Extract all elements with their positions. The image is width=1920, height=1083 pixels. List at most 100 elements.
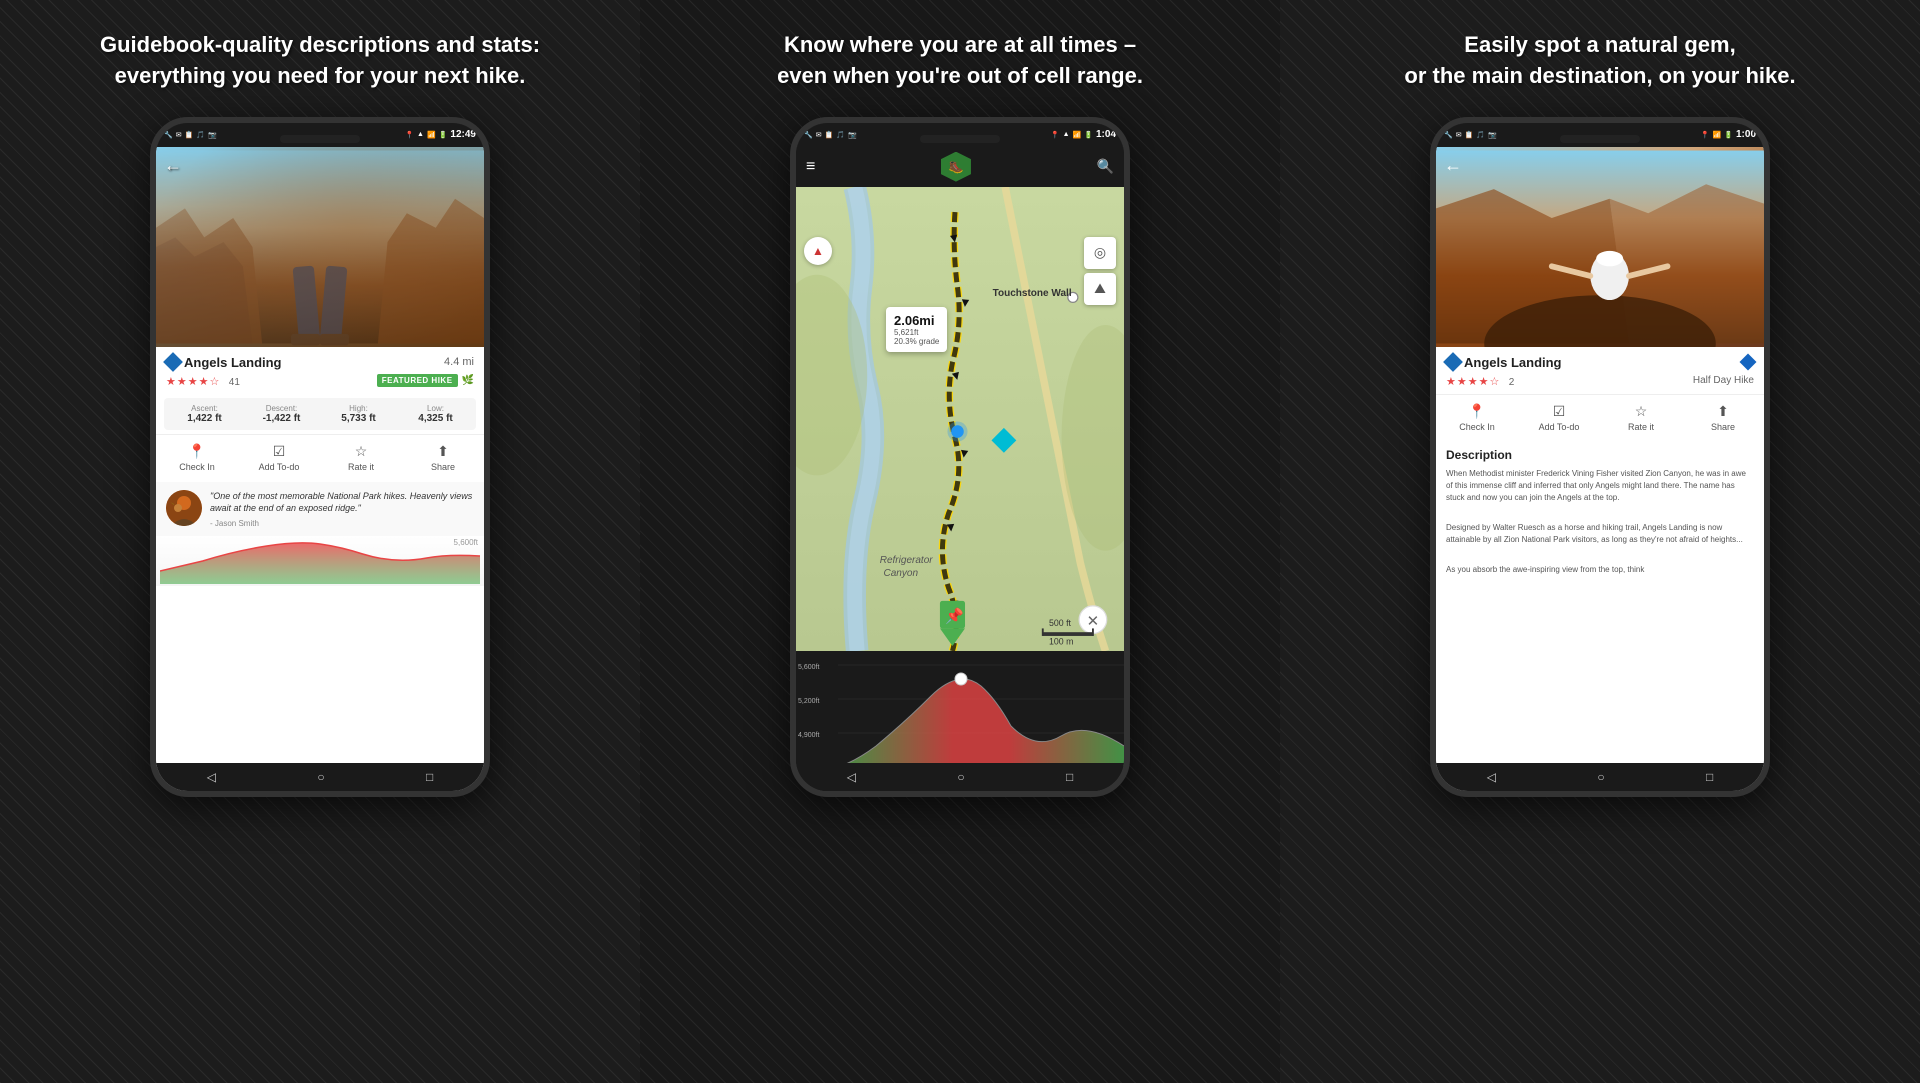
back-arrow-3[interactable]: ←	[1444, 155, 1462, 176]
phone-1-frame: 🔧 ✉ 📋 🎵 📷 📍 ▲ 📶 🔋 12:49	[150, 117, 490, 797]
todo-icon-3: ☑	[1553, 403, 1566, 420]
nav-back-3[interactable]: ◁	[1487, 770, 1496, 784]
phone-1-nav: ◁ ○ □	[156, 763, 484, 791]
tooltip-elevation: 5,621ft	[894, 328, 939, 337]
phone-2-screen: ≡ 🥾 🔍	[796, 147, 1124, 791]
layers-btn[interactable]: ⛰	[1084, 273, 1116, 305]
status-right-icons-3: 📍 📶 🔋 1:00	[1701, 129, 1756, 140]
svg-text:📌: 📌	[945, 605, 964, 624]
nav-back-1[interactable]: ◁	[207, 770, 216, 784]
svg-text:5,600ft: 5,600ft	[798, 664, 819, 671]
svg-text:▼: ▼	[958, 295, 972, 310]
svg-text:▼: ▼	[944, 519, 958, 534]
stat-high: High: 5,733 ft	[322, 404, 395, 424]
nav-home-3[interactable]: ○	[1597, 770, 1604, 784]
todo-btn-3[interactable]: ☑ Add To-do	[1518, 399, 1600, 436]
svg-text:Canyon: Canyon	[884, 567, 919, 578]
map-content: ▼ ▼ ▼ ▼ ▼ ▼ Refrigerator Canyon	[796, 187, 1124, 651]
status-left-icons-3: 🔧 ✉ 📋 🎵 📷	[1444, 131, 1497, 139]
reviewer-name-1: - Jason Smith	[210, 519, 474, 528]
p3-desc-title: Description	[1446, 448, 1754, 462]
trail-info-3: Angels Landing ★★★★☆ 2 Half Day Hike	[1436, 347, 1764, 394]
phone-3-status-bar: 🔧 ✉ 📋 🎵 📷 📍 📶 🔋 1:00	[1436, 123, 1764, 147]
elevation-label-1: 5,600ft	[454, 538, 478, 547]
nav-back-2[interactable]: ◁	[847, 770, 856, 784]
p3-desc-text-1: When Methodist minister Frederick Vining…	[1446, 468, 1754, 504]
svg-text:Refrigerator: Refrigerator	[880, 555, 934, 566]
compass-rose: ▲	[804, 237, 832, 265]
svg-text:✕: ✕	[1087, 613, 1100, 630]
trail-name-1: Angels Landing	[166, 355, 282, 370]
stats-grid-1: Ascent: 1,422 ft Descent: -1,422 ft High…	[164, 398, 476, 430]
p3-stars: ★★★★☆	[1446, 376, 1500, 388]
elevation-preview-1: 5,600ft	[156, 536, 484, 586]
review-quote-1: "One of the most memorable National Park…	[210, 490, 474, 515]
svg-text:▼: ▼	[947, 230, 962, 246]
checkin-icon-3: 📍	[1468, 403, 1485, 420]
reviewer-row: "One of the most memorable National Park…	[166, 490, 474, 528]
star-icon-3: ☆	[1635, 403, 1648, 420]
rateit-btn-1[interactable]: ☆ Rate it	[320, 439, 402, 476]
map-controls: ◎ ⛰	[1084, 237, 1116, 305]
map-tooltip: 2.06mi 5,621ft 20.3% grade	[886, 307, 947, 352]
trail-hero-image-3: ←	[1436, 147, 1764, 347]
status-left-icons-2: 🔧 ✉ 📋 🎵 📷	[804, 131, 857, 139]
review-section-1: "One of the most memorable National Park…	[156, 482, 484, 536]
svg-text:5,200ft: 5,200ft	[798, 698, 819, 705]
phone-3-frame: 🔧 ✉ 📋 🎵 📷 📍 📶 🔋 1:00	[1430, 117, 1770, 797]
checkin-icon-1: 📍	[188, 443, 205, 460]
nav-recent-3[interactable]: □	[1706, 770, 1713, 784]
map-search-icon[interactable]: 🔍	[1097, 158, 1114, 175]
action-bar-1: 📍 Check In ☑ Add To-do ☆ Rate it ⬆ Share	[156, 434, 484, 480]
tooltip-grade: 20.3% grade	[894, 337, 939, 346]
rateit-btn-3[interactable]: ☆ Rate it	[1600, 399, 1682, 436]
hamburger-icon[interactable]: ≡	[806, 158, 815, 176]
svg-text:4,900ft: 4,900ft	[798, 732, 819, 739]
panel-3: Easily spot a natural gem, or the main d…	[1280, 0, 1920, 1083]
share-btn-1[interactable]: ⬆ Share	[402, 439, 484, 476]
phone-3-screen: ← Angels Landing	[1436, 147, 1764, 791]
nav-recent-2[interactable]: □	[1066, 770, 1073, 784]
back-arrow-1[interactable]: ←	[164, 155, 182, 176]
svg-text:Touchstone Wall: Touchstone Wall	[993, 288, 1072, 299]
p3-hike-type: Half Day Hike	[1693, 375, 1754, 386]
phone-1-status-bar: 🔧 ✉ 📋 🎵 📷 📍 ▲ 📶 🔋 12:49	[156, 123, 484, 147]
checkin-btn-3[interactable]: 📍 Check In	[1436, 399, 1518, 436]
rating-count-1: 41	[229, 377, 240, 388]
tooltip-distance: 2.06mi	[894, 313, 939, 328]
svg-text:▼: ▼	[957, 445, 971, 461]
phone-1-screen: ← Angels Landing 4.4 mi ★★★★☆ 4	[156, 147, 484, 791]
star-icon-1: ☆	[355, 443, 368, 460]
status-left-icons: 🔧 ✉ 📋 🎵 📷	[164, 131, 217, 139]
svg-text:500 ft: 500 ft	[1049, 618, 1071, 628]
map-toolbar: ≡ 🥾 🔍	[796, 147, 1124, 187]
nav-home-1[interactable]: ○	[317, 770, 324, 784]
p3-trail-name: Angels Landing	[1446, 355, 1562, 370]
trail-stars-1: ★★★★☆	[166, 376, 220, 388]
trail-diamond-icon	[163, 352, 183, 372]
phone-2-time: 1:04	[1096, 129, 1116, 140]
location-btn[interactable]: ◎	[1084, 237, 1116, 269]
share-icon-3: ⬆	[1717, 403, 1729, 420]
p3-rating-count: 2	[1509, 377, 1515, 388]
reviewer-avatar	[166, 490, 202, 526]
p3-rating-row: ★★★★☆ 2 Half Day Hike	[1446, 372, 1754, 390]
phone-2-frame: 🔧 ✉ 📋 🎵 📷 📍 ▲ 📶 🔋 1:04 ≡	[790, 117, 1130, 797]
featured-badge: FEATURED HIKE	[377, 374, 458, 387]
checkin-btn-1[interactable]: 📍 Check In	[156, 439, 238, 476]
nav-home-2[interactable]: ○	[957, 770, 964, 784]
panel-1: Guidebook-quality descriptions and stats…	[0, 0, 640, 1083]
panel-2-tagline: Know where you are at all times – even w…	[777, 30, 1143, 92]
todo-btn-1[interactable]: ☑ Add To-do	[238, 439, 320, 476]
phone-3-nav: ◁ ○ □	[1436, 763, 1764, 791]
action-bar-3: 📍 Check In ☑ Add To-do ☆ Rate it ⬆ Share	[1436, 394, 1764, 440]
phone-2-nav: ◁ ○ □	[796, 763, 1124, 791]
p3-desc-text-3: As you absorb the awe-inspiring view fro…	[1446, 564, 1754, 576]
svg-text:100 m: 100 m	[1049, 636, 1073, 646]
map-logo-hex: 🥾	[941, 152, 971, 182]
share-icon-1: ⬆	[437, 443, 449, 460]
share-btn-3[interactable]: ⬆ Share	[1682, 399, 1764, 436]
trail-info-1: Angels Landing 4.4 mi ★★★★☆ 41 FEATURED …	[156, 347, 484, 398]
panel-1-tagline: Guidebook-quality descriptions and stats…	[100, 30, 540, 92]
nav-recent-1[interactable]: □	[426, 770, 433, 784]
